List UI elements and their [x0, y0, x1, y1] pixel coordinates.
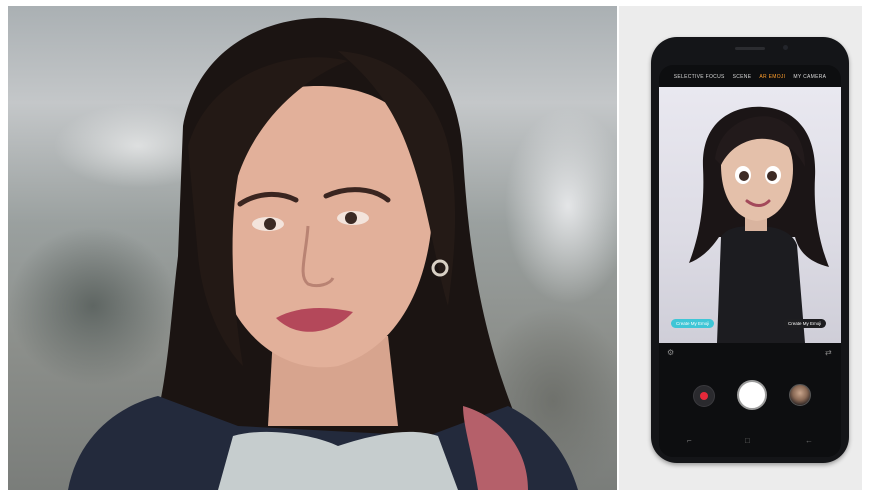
- gear-icon[interactable]: ⚙: [667, 349, 674, 357]
- record-button[interactable]: [693, 385, 715, 407]
- front-camera-icon: [783, 45, 788, 50]
- tab-ar-emoji[interactable]: AR EMOJI: [759, 74, 785, 80]
- camera-viewfinder[interactable]: Create My Emoji Create My Emoji: [659, 87, 841, 343]
- smartphone: SELECTIVE FOCUS SCENE AR EMOJI MY CAMERA: [651, 37, 849, 463]
- camera-app-screen: SELECTIVE FOCUS SCENE AR EMOJI MY CAMERA: [659, 65, 841, 457]
- selfie-photo: [8, 6, 617, 490]
- woman-portrait: [68, 17, 578, 490]
- recent-apps-icon[interactable]: ⌐: [687, 437, 692, 445]
- gallery-thumbnail[interactable]: [789, 384, 811, 406]
- record-icon: [700, 392, 708, 400]
- camera-controls: ⚙ ⇄ ⌐ □ ←: [659, 343, 841, 457]
- create-emoji-pill-right[interactable]: Create My Emoji: [783, 319, 827, 328]
- switch-camera-icon[interactable]: ⇄: [825, 349, 832, 357]
- phone-speaker: [735, 47, 765, 50]
- back-icon[interactable]: ←: [805, 437, 813, 445]
- tab-scene[interactable]: SCENE: [733, 74, 752, 80]
- phone-panel: SELECTIVE FOCUS SCENE AR EMOJI MY CAMERA: [619, 6, 862, 490]
- home-icon[interactable]: □: [745, 437, 750, 445]
- tab-my-camera[interactable]: MY CAMERA: [793, 74, 826, 80]
- shutter-button[interactable]: [737, 380, 767, 410]
- tab-selective-focus[interactable]: SELECTIVE FOCUS: [674, 74, 725, 80]
- camera-mode-bar: SELECTIVE FOCUS SCENE AR EMOJI MY CAMERA: [659, 71, 841, 83]
- create-emoji-pill-left[interactable]: Create My Emoji: [671, 319, 715, 328]
- ar-emoji-avatar: [689, 106, 829, 343]
